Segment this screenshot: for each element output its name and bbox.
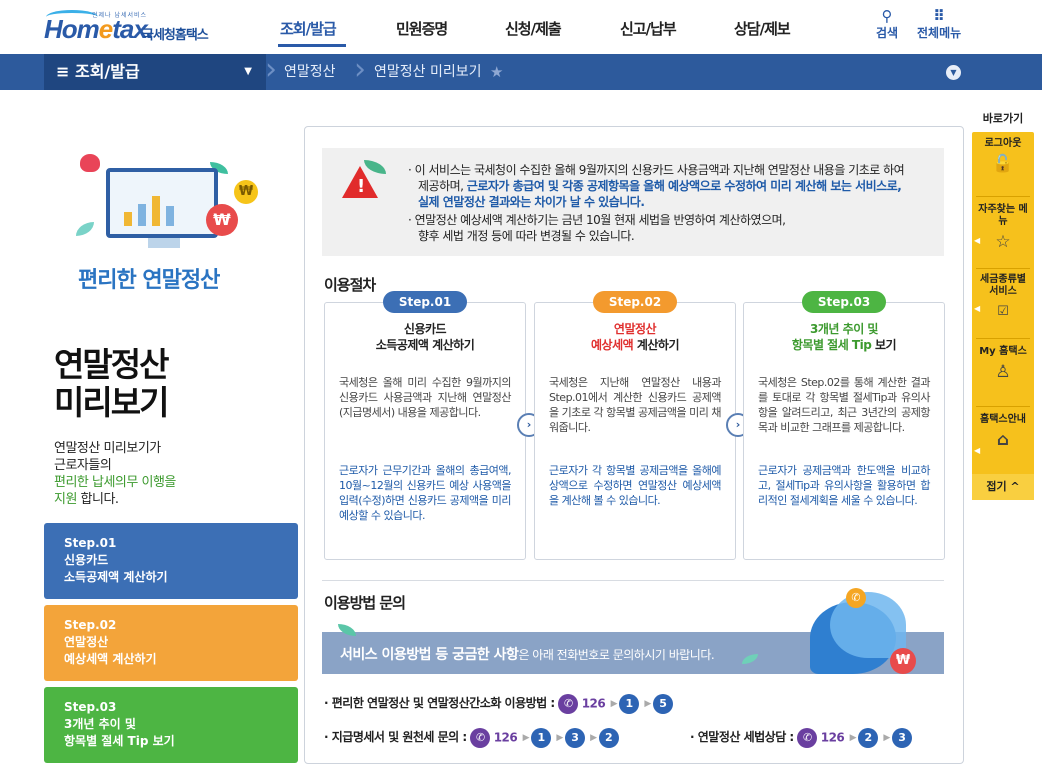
category-dropdown[interactable]: ≡ 조회/발급 ▼	[44, 54, 266, 90]
phone-illustration: ✆ ₩	[806, 588, 916, 678]
grid-icon: ⠿	[933, 7, 945, 25]
card-title: 신용카드 소득공제액 계산하기	[375, 322, 475, 352]
card-highlight: 근로자가 공제금액과 한도액을 비교하고, 절세Tip과 유의사항을 활용하면 …	[758, 464, 931, 507]
quick-menu-title: 바로가기	[982, 112, 1024, 125]
hero-caption: 편리한 연말정산	[78, 268, 220, 293]
step3-card: Step.03 3개년 추이 및 항목별 절세 Tip 보기 국세청은 Step.…	[743, 291, 945, 560]
search-button[interactable]: ⚲ 검색	[876, 8, 898, 41]
step2-button[interactable]: Step.02 연말정산 예상세액 계산하기	[44, 605, 298, 681]
gnb-apply-submit[interactable]: 신청/제출	[505, 18, 562, 39]
inquiry-line-2: · 지급명세서 및 원천세 문의 : ✆ 126 ▶ 1 ▶ 3 ▶ 2	[324, 726, 619, 748]
heart-icon	[80, 154, 100, 172]
phone-icon: ✆	[558, 693, 579, 714]
step-pill: Step.03	[802, 291, 886, 313]
person-icon: ♙	[995, 362, 1011, 382]
unlock-icon: 🔓	[992, 154, 1014, 174]
card-description: 국세청은 Step.02를 통해 계산한 결과를 토대로 각 항목별 절세Tip…	[758, 376, 931, 434]
logo-wordmark: Hometax.	[44, 14, 154, 44]
monitor-icon	[106, 168, 218, 238]
won-coin-icon: ₩	[234, 180, 258, 204]
breadcrumb-bar: ≡ 조회/발급 ▼ › 연말정산 › 연말정산 미리보기 ★ ▼	[0, 54, 1042, 90]
card-highlight: 근로자가 근무기간과 올해의 총급여액, 10월~12월의 신용카드 예상 사용…	[339, 464, 512, 522]
step2-card: Step.02 연말정산 예상세액 계산하기 국세청은 지난해 연말정산 내용과 …	[534, 291, 736, 560]
quick-my-hometax[interactable]: My 홈택스 ♙	[972, 346, 1034, 382]
notice-line: 실제 연말정산 결과와는 차이가 날 수 있습니다.	[418, 195, 645, 209]
notice-line: · 연말정산 예상세액 계산하기는 금년 10월 현재 세법을 반영하여 계산하…	[408, 213, 786, 227]
notice-line: 제공하며, 근로자가 총급여 및 각종 공제항목을 올해 예상액으로 수정하여 …	[418, 179, 902, 193]
phone-icon: ✆	[797, 727, 818, 748]
inquiry-line-1: · 편리한 연말정산 및 연말정산간소화 이용방법 : ✆ 126 ▶ 1 ▶ 5	[324, 692, 673, 714]
quick-menu-collapse[interactable]: 접기 ^	[972, 474, 1034, 500]
gnb-consult[interactable]: 상담/제보	[734, 18, 791, 39]
chevron-separator: ›	[265, 52, 277, 87]
gnb-lookup-issue[interactable]: 조회/발급	[280, 18, 337, 39]
card-highlight: 근로자가 각 항목별 공제금액을 올해예상액으로 수정하면 연말정산 예상세액을…	[549, 464, 722, 507]
quick-favorites[interactable]: 자주찾는 메뉴 ☆	[972, 204, 1034, 252]
page-title: 연말정산 미리보기	[54, 345, 169, 422]
gnb-report-pay[interactable]: 신고/납부	[620, 18, 677, 39]
breadcrumb-year-end[interactable]: 연말정산	[284, 54, 336, 90]
step-pill: Step.01	[383, 291, 467, 313]
inquiry-title: 이용방법 문의	[324, 594, 406, 612]
monitor-stand	[148, 238, 180, 248]
won-coin-icon: ₩	[206, 204, 238, 236]
quick-hometax-guide[interactable]: 홈택스안내 ⌂	[972, 414, 1034, 450]
hero-illustration: ₩ ₩	[60, 148, 270, 268]
inquiry-line-3: · 연말정산 세법상담 : ✆ 126 ▶ 2 ▶ 3	[690, 726, 912, 748]
step-pill: Step.02	[593, 291, 677, 313]
notice-line: 향후 세법 개정 등에 따라 변경될 수 있습니다.	[418, 229, 635, 243]
hometax-logo[interactable]: 언제나 납세서비스 Hometax. 국세청홈택스	[44, 8, 234, 48]
won-coin-icon: ₩	[890, 648, 916, 674]
chevron-separator: ›	[354, 52, 366, 87]
gnb-active-underline	[278, 44, 346, 47]
page-description: 연말정산 미리보기가 근로자들의 편리한 납세의무 이행을 지원 합니다.	[54, 441, 176, 507]
step1-button[interactable]: Step.01 신용카드 소득공제액 계산하기	[44, 523, 298, 599]
section-divider	[322, 580, 944, 581]
star-icon: ☆	[995, 232, 1011, 252]
card-description: 국세청은 지난해 연말정산 내용과 Step.01에서 계산한 신용카드 공제액…	[549, 376, 722, 434]
step3-button[interactable]: Step.03 3개년 추이 및 항목별 절세 Tip 보기	[44, 687, 298, 763]
breadcrumb-preview[interactable]: 연말정산 미리보기	[374, 54, 482, 90]
notice-box: ! · 이 서비스는 국세청이 수집한 올해 9월까지의 신용카드 사용금액과 …	[322, 148, 944, 256]
logo-korean: 국세청홈택스	[142, 28, 209, 43]
leaf-icon	[742, 654, 758, 664]
card-title: 연말정산 예상세액 계산하기	[590, 322, 680, 352]
procedure-title: 이용절차	[324, 276, 376, 294]
card-description: 국세청은 올해 미리 수집한 9월까지의 신용카드 사용금액과 지난해 연말정산…	[339, 376, 512, 419]
checkbox-icon: ☑	[997, 304, 1009, 319]
notice-line: · 이 서비스는 국세청이 수집한 올해 9월까지의 신용카드 사용금액과 지난…	[408, 163, 905, 177]
card-title: 3개년 추이 및 항목별 절세 Tip 보기	[791, 322, 897, 352]
all-menu-button[interactable]: ⠿ 전체메뉴	[917, 8, 961, 41]
quick-tax-services[interactable]: 세금종류별 서비스 ☑	[972, 274, 1034, 322]
top-header: 언제나 납세서비스 Hometax. 국세청홈택스 조회/발급 민원증명 신청/…	[0, 0, 1042, 54]
chevron-down-icon[interactable]: ▼	[946, 65, 961, 80]
search-icon: ⚲	[881, 7, 893, 25]
quick-logout[interactable]: 로그아웃 🔓	[972, 138, 1034, 174]
home-guide-icon: ⌂	[996, 430, 1010, 450]
phone-icon: ✆	[470, 727, 491, 748]
favorite-star-icon[interactable]: ★	[490, 54, 503, 90]
caret-down-icon: ▼	[244, 66, 252, 77]
leaf-icon	[76, 222, 94, 236]
step1-card: Step.01 신용카드 소득공제액 계산하기 국세청은 올해 미리 수집한 9월…	[324, 291, 526, 560]
gnb-civil-cert[interactable]: 민원증명	[396, 18, 448, 39]
phone-icon: ✆	[846, 588, 866, 608]
